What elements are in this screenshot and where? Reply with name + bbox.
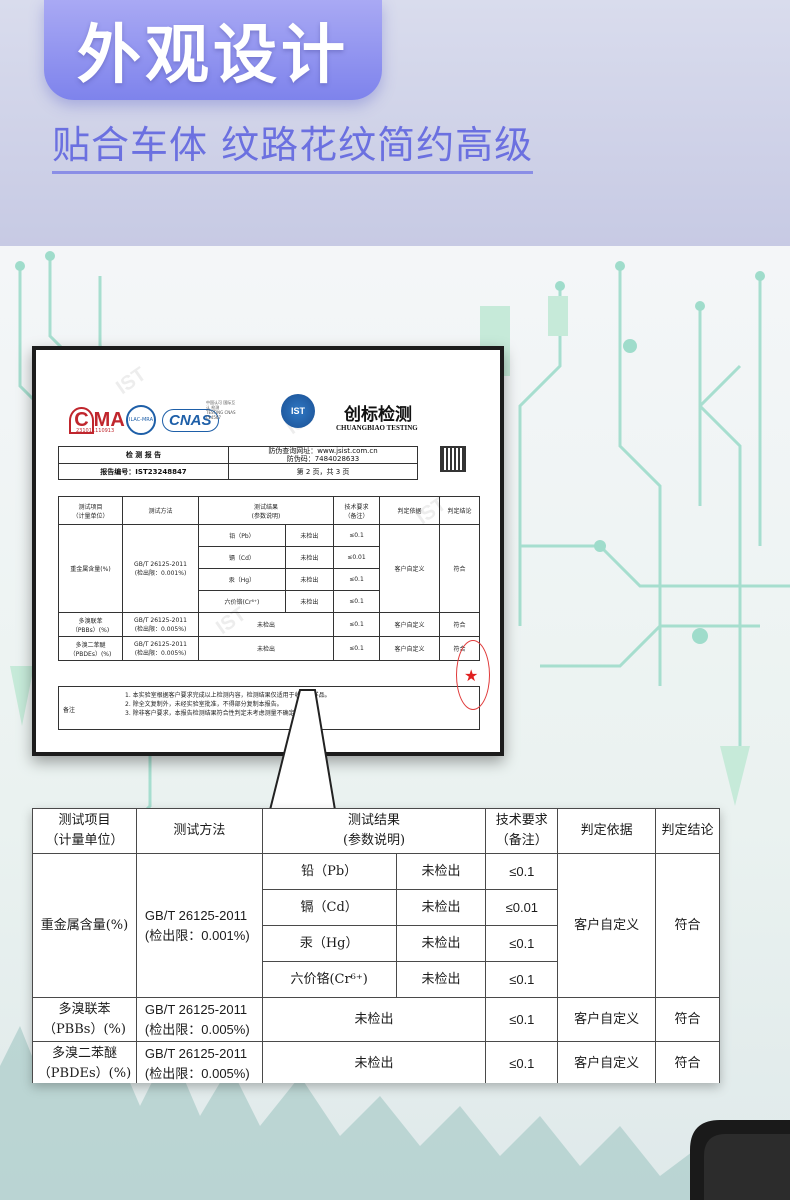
header-method: 测试方法: [135, 808, 263, 854]
zoomed-results-table: 测试项目 （计量单位） 测试方法 测试结果 (参数说明) 技术要求 （备注） 判…: [32, 808, 720, 1083]
results-table: 测试项目 （计量单位） 测试方法 测试结果 (参数说明) 技术要求 （备注） 判…: [32, 808, 720, 1083]
result-cell: 未检出: [395, 961, 487, 998]
requirement-cell: ≤0.1: [485, 961, 559, 998]
header-item: 测试项目 （计量单位）: [32, 808, 137, 854]
header-conclusion: 判定结论: [655, 808, 720, 854]
callout-pointer: [268, 689, 337, 811]
element-cell: 汞（Hg）: [261, 925, 397, 962]
header-result: 测试结果 (参数说明): [261, 808, 487, 854]
pbdes-result: 未检出: [261, 1041, 487, 1083]
pbdes-item: 多溴二苯醚 （PBDEs）(%): [32, 1041, 137, 1083]
element-cell: 六价铬(Cr⁶⁺): [261, 961, 397, 998]
pbdes-conclusion: 符合: [655, 1041, 720, 1083]
requirement-cell: ≤0.1: [485, 925, 559, 962]
element-cell: 铅（Pb）: [261, 853, 397, 890]
heavy-metal-conclusion: 符合: [655, 853, 720, 998]
result-cell: 未检出: [395, 925, 487, 962]
element-cell: 镉（Cd）: [261, 889, 397, 926]
requirement-cell: ≤0.01: [485, 889, 559, 926]
heavy-metal-item: 重金属含量(%): [32, 853, 137, 998]
pbdes-requirement: ≤0.1: [485, 1041, 559, 1083]
requirement-cell: ≤0.1: [485, 853, 559, 890]
pbdes-basis: 客户自定义: [557, 1041, 657, 1083]
pbbs-result: 未检出: [261, 997, 487, 1042]
header-basis: 判定依据: [557, 808, 657, 854]
result-cell: 未检出: [395, 853, 487, 890]
pbbs-conclusion: 符合: [655, 997, 720, 1042]
heavy-metal-basis: 客户自定义: [557, 853, 657, 998]
header-requirement: 技术要求 （备注）: [485, 808, 559, 854]
result-cell: 未检出: [395, 889, 487, 926]
pbbs-basis: 客户自定义: [557, 997, 657, 1042]
pbdes-method: GB/T 26125-2011 (检出限：0.005%): [135, 1041, 263, 1083]
pbbs-method: GB/T 26125-2011 (检出限：0.005%): [135, 997, 263, 1042]
pbbs-item: 多溴联苯 （PBBs）(%): [32, 997, 137, 1042]
heavy-metal-method: GB/T 26125-2011 (检出限：0.001%): [135, 853, 263, 998]
pbbs-requirement: ≤0.1: [485, 997, 559, 1042]
floor-mat-edge-image: [690, 1120, 790, 1200]
